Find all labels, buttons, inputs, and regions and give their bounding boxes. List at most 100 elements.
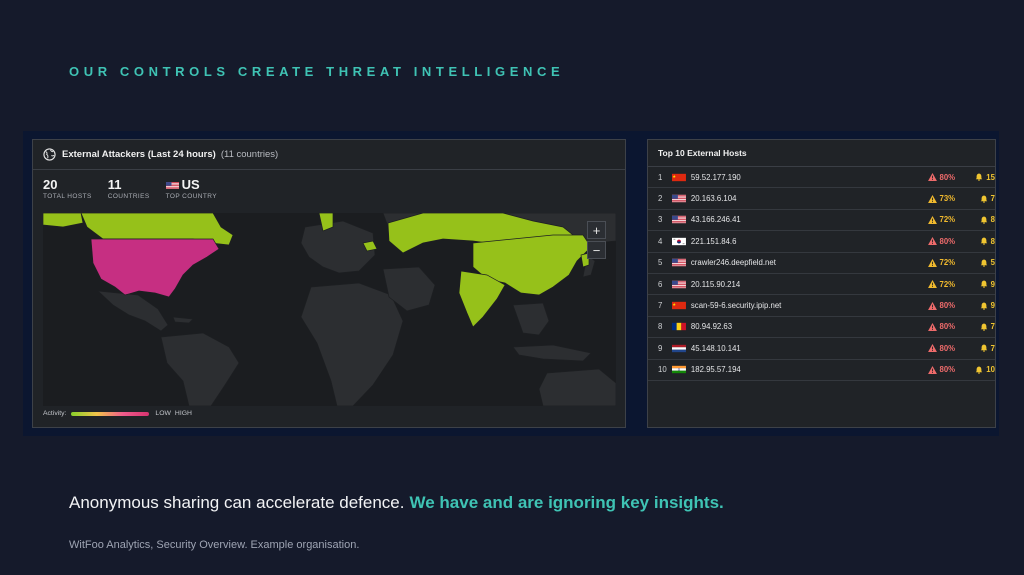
risk-score: 80% <box>915 344 955 353</box>
host-row[interactable]: 9 45.148.10.141 80% 7 <box>648 338 995 360</box>
warning-icon <box>927 173 937 182</box>
host-row[interactable]: 8 80.94.92.63 80% 7 <box>648 317 995 339</box>
host-rank: 6 <box>658 279 663 289</box>
host-address[interactable]: 182.95.57.194 <box>691 365 915 374</box>
country-mexico[interactable] <box>97 290 169 332</box>
stat-value: US <box>181 177 200 192</box>
warning-icon <box>927 344 937 353</box>
alert-value: 5 <box>990 258 995 268</box>
host-row[interactable]: 7 scan-59-6.security.ipip.net 80% 9 <box>648 295 995 317</box>
host-address[interactable]: 20.115.90.214 <box>691 280 915 289</box>
warning-icon <box>927 194 937 203</box>
country-south-america[interactable] <box>160 332 240 406</box>
section-heading: OUR CONTROLS CREATE THREAT INTELLIGENCE <box>69 64 565 79</box>
risk-value: 73% <box>939 194 956 204</box>
alert-value: 7 <box>990 194 995 204</box>
host-rank: 3 <box>658 215 663 225</box>
alert-count: 10 <box>955 365 995 374</box>
country-australia[interactable] <box>538 368 616 406</box>
host-address[interactable]: scan-59-6.security.ipip.net <box>691 301 915 310</box>
bell-icon <box>980 344 987 353</box>
risk-value: 72% <box>939 215 956 225</box>
panel-title: Top 10 External Hosts <box>648 140 995 167</box>
host-rank: 7 <box>658 301 663 311</box>
legend-gradient <box>71 411 150 416</box>
host-address[interactable]: 43.166.246.41 <box>691 215 915 224</box>
country-africa[interactable] <box>300 282 404 406</box>
host-row[interactable]: 4 221.151.84.6 80% 8 <box>648 231 995 253</box>
host-address[interactable]: 45.148.10.141 <box>691 344 915 353</box>
world-map[interactable] <box>43 213 616 406</box>
country-southeast-asia[interactable] <box>512 302 550 336</box>
country-alaska[interactable] <box>43 213 84 228</box>
country-usa[interactable] <box>90 238 220 298</box>
stat-label: TOTAL HOSTS <box>43 193 92 200</box>
host-row[interactable]: 3 43.166.246.41 72% 8 <box>648 210 995 232</box>
alert-count: 9 <box>955 301 995 310</box>
country-indonesia[interactable] <box>512 344 592 362</box>
risk-value: 80% <box>939 301 956 311</box>
country-caribbean[interactable] <box>172 316 194 324</box>
risk-value: 80% <box>939 343 956 353</box>
alert-value: 9 <box>990 279 995 289</box>
bell-icon <box>980 216 987 224</box>
host-row[interactable]: 1 59.52.177.190 80% 15 <box>648 167 995 189</box>
risk-score: 73% <box>915 194 955 203</box>
bell-icon <box>980 259 987 267</box>
stats-row: 20 TOTAL HOSTS 11 COUNTRIES US TOP COUNT… <box>33 170 625 212</box>
activity-legend: Activity: LOW HIGH <box>43 410 192 417</box>
host-rank: 4 <box>658 236 663 246</box>
risk-score: 72% <box>915 258 955 267</box>
risk-score: 72% <box>915 215 955 224</box>
warning-icon <box>927 301 937 310</box>
host-address[interactable]: 20.163.6.104 <box>691 194 915 203</box>
legend-high: HIGH <box>174 410 192 417</box>
alert-value: 7 <box>990 343 995 353</box>
risk-value: 72% <box>939 258 956 268</box>
alert-count: 15 <box>955 173 995 182</box>
host-address[interactable]: 59.52.177.190 <box>691 173 915 182</box>
legend-label: Activity: <box>43 410 67 417</box>
alert-count: 8 <box>955 237 995 246</box>
risk-value: 80% <box>939 172 956 182</box>
alert-count: 7 <box>955 194 995 203</box>
us-flag-icon <box>671 280 686 288</box>
us-flag-icon <box>165 181 179 189</box>
host-rank: 10 <box>658 365 667 375</box>
bell-icon <box>976 366 983 374</box>
alert-count: 7 <box>955 344 995 353</box>
korea-flag-icon <box>671 237 686 246</box>
warning-icon <box>927 258 937 267</box>
host-row[interactable]: 2 20.163.6.104 73% 7 <box>648 188 995 210</box>
us-flag-icon <box>671 194 686 203</box>
host-address[interactable]: 80.94.92.63 <box>691 322 915 331</box>
alert-value: 15 <box>986 172 995 182</box>
host-address[interactable]: 221.151.84.6 <box>691 237 915 246</box>
bell-icon <box>976 173 983 182</box>
risk-score: 80% <box>915 237 955 246</box>
panel-header: External Attackers (Last 24 hours) (11 c… <box>33 140 625 170</box>
world-map-svg[interactable] <box>43 213 616 406</box>
host-row[interactable]: 6 20.115.90.214 72% 9 <box>648 274 995 296</box>
panel-title: External Attackers (Last 24 hours) <box>62 149 216 160</box>
warning-icon <box>927 365 937 374</box>
stat-top-country: US TOP COUNTRY <box>165 177 217 212</box>
host-rank: 1 <box>658 172 663 182</box>
country-europe[interactable] <box>300 220 376 274</box>
stat-label: COUNTRIES <box>107 193 150 200</box>
warning-icon <box>927 237 937 246</box>
host-rank: 9 <box>658 343 663 353</box>
risk-value: 80% <box>939 322 956 332</box>
zoom-in-button[interactable]: + <box>587 221 606 239</box>
alert-count: 7 <box>955 322 995 331</box>
risk-score: 80% <box>915 301 955 310</box>
zoom-out-button[interactable]: − <box>587 241 606 259</box>
stat-label: TOP COUNTRY <box>165 193 217 200</box>
host-row[interactable]: 10 182.95.57.194 80% 10 <box>648 360 995 381</box>
host-row[interactable]: 5 crawler246.deepfield.net 72% 5 <box>648 253 995 274</box>
host-address[interactable]: crawler246.deepfield.net <box>691 258 915 267</box>
alert-value: 8 <box>990 236 995 246</box>
risk-score: 72% <box>915 280 955 289</box>
stat-value: 11 <box>107 177 122 192</box>
globe-icon <box>43 148 56 161</box>
